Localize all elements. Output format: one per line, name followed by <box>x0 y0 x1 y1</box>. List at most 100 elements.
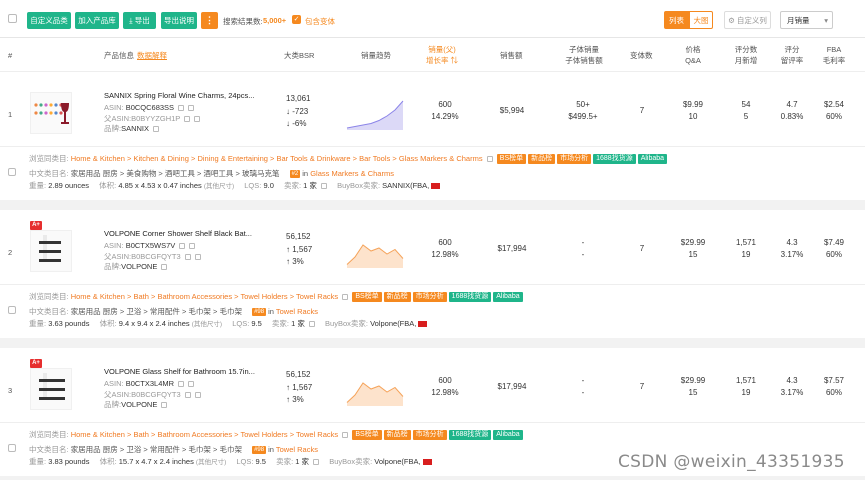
breadcrumb-link[interactable]: Towel Racks <box>296 292 338 301</box>
breadcrumb-link[interactable]: Towel Racks <box>296 430 338 439</box>
tool-tag-button[interactable]: 市场分析 <box>412 292 447 303</box>
tool-tag-button[interactable]: 1688找货源 <box>448 292 492 303</box>
product-thumbnail[interactable] <box>30 230 72 272</box>
seller-count[interactable]: 1 家 <box>303 181 317 190</box>
parent-asin-value[interactable]: B0BCGFQYT3 <box>131 390 181 399</box>
seller-count[interactable]: 1 家 <box>295 457 309 466</box>
variant-count[interactable]: 7 <box>632 382 652 391</box>
breadcrumb-link[interactable]: Dining & Entertaining <box>197 154 267 163</box>
external-link-icon[interactable] <box>308 321 315 328</box>
more-menu-button[interactable]: ⋮ <box>201 12 218 29</box>
breadcrumb-link[interactable]: Home & Kitchen <box>71 292 125 301</box>
copy-icon[interactable] <box>178 381 185 388</box>
product-title[interactable]: SANNIX Spring Floral Wine Charms, 24pcs.… <box>104 91 254 100</box>
select-all-checkbox[interactable] <box>8 14 17 23</box>
breadcrumb-link[interactable]: Glass Markers & Charms <box>399 154 483 163</box>
sales-trend-sparkline[interactable] <box>345 232 405 268</box>
tool-tag-button[interactable]: 1688找货源 <box>448 430 492 441</box>
tool-tag-button[interactable]: 新品榜 <box>383 292 411 303</box>
asin-value[interactable]: B0CQC683SS <box>126 103 174 112</box>
breadcrumb-link[interactable]: Towel Holders <box>241 292 288 301</box>
brand-value[interactable]: VOLPONE <box>121 262 157 271</box>
tool-tag-button[interactable]: BS榜单 <box>352 430 382 441</box>
include-variants-checkbox[interactable]: ✓ <box>292 15 301 24</box>
breadcrumb-link[interactable]: Home & Kitchen <box>71 430 125 439</box>
add-to-library-button[interactable]: 加入产品库 <box>75 12 119 29</box>
variant-count[interactable]: 7 <box>632 244 652 253</box>
export-button[interactable]: ⤓ 导出 <box>123 12 156 29</box>
external-link-icon[interactable] <box>194 392 201 399</box>
breadcrumb-link[interactable]: Bath <box>133 430 148 439</box>
tool-tag-button[interactable]: Alibaba <box>493 430 523 441</box>
product-title[interactable]: VOLPONE Corner Shower Shelf Black Bat... <box>104 229 252 238</box>
tool-tag-button[interactable]: Alibaba <box>493 292 523 303</box>
breadcrumb-link[interactable]: Bath <box>133 292 148 301</box>
external-link-icon[interactable] <box>321 183 328 190</box>
col-variants[interactable]: 变体数 <box>630 50 653 61</box>
product-thumbnail[interactable] <box>30 368 72 410</box>
data-explain-link[interactable]: 数据解释 <box>137 50 167 61</box>
external-link-icon[interactable] <box>194 116 201 123</box>
tool-tag-button[interactable]: 市场分析 <box>557 154 592 165</box>
custom-category-button[interactable]: 自定义品类 <box>27 12 71 29</box>
asin-value[interactable]: B0CTX5WS7V <box>126 241 176 250</box>
asin-value[interactable]: B0CTX3L4MR <box>126 379 174 388</box>
copy-icon[interactable] <box>184 116 191 123</box>
buybox-seller[interactable]: Volpone(FBA, <box>370 319 416 328</box>
row-checkbox[interactable] <box>8 306 16 314</box>
tool-tag-button[interactable]: 市场分析 <box>412 430 447 441</box>
parent-asin-value[interactable]: B0BCGFQYT3 <box>131 252 181 261</box>
tool-tag-button[interactable]: Alibaba <box>637 154 668 165</box>
tool-tag-button[interactable]: 新品榜 <box>383 430 411 441</box>
parent-asin-value[interactable]: B0BYYZGH1P <box>131 114 180 123</box>
tool-tag-button[interactable]: 1688找货源 <box>593 154 636 165</box>
brand-value[interactable]: SANNIX <box>121 124 149 133</box>
breadcrumb-link[interactable]: Towel Holders <box>241 430 288 439</box>
size-note-link[interactable]: (其他尺寸) <box>192 321 222 328</box>
tool-tag-button[interactable]: BS榜单 <box>496 154 527 165</box>
buybox-seller[interactable]: SANNIX(FBA, <box>382 181 429 190</box>
breadcrumb-link[interactable]: Bathroom Accessories <box>157 292 232 301</box>
rank-category-link[interactable]: Towel Racks <box>276 445 318 454</box>
col-price[interactable]: 价格 Q&A <box>682 44 704 66</box>
brand-value[interactable]: VOLPONE <box>121 400 157 409</box>
copy-icon[interactable] <box>184 392 191 399</box>
external-link-icon[interactable] <box>313 459 320 466</box>
seller-count[interactable]: 1 家 <box>291 319 305 328</box>
breadcrumb-link[interactable]: Bathroom Accessories <box>157 430 232 439</box>
external-link-icon[interactable] <box>188 105 195 112</box>
product-title[interactable]: VOLPONE Glass Shelf for Bathroom 15.7in.… <box>104 367 255 376</box>
breadcrumb-link[interactable]: Home & Kitchen <box>71 154 125 163</box>
table-row[interactable]: 1 SANNIX Spring Floral Wine Charms, 24pc… <box>0 72 865 200</box>
tool-tag-button[interactable]: 新品榜 <box>528 154 556 165</box>
variant-count[interactable]: 7 <box>632 106 652 115</box>
copy-icon[interactable] <box>184 254 191 261</box>
col-sales-amount[interactable]: 销售额 <box>500 50 523 61</box>
col-sales-qty[interactable]: 销量(父) 增长率 ⇅ <box>424 44 460 66</box>
row-checkbox[interactable] <box>8 444 16 452</box>
export-desc-button[interactable]: 导出说明 <box>161 12 197 29</box>
size-note-link[interactable]: (其他尺寸) <box>204 183 234 190</box>
external-link-icon[interactable] <box>189 243 196 250</box>
col-bsr[interactable]: 大类BSR <box>284 50 314 61</box>
list-view-tab[interactable]: 列表 <box>664 11 689 29</box>
row-checkbox[interactable] <box>8 168 16 176</box>
rank-category-link[interactable]: Towel Racks <box>276 307 318 316</box>
rank-category-link[interactable]: Glass Markers & Charms <box>310 169 394 178</box>
custom-columns-button[interactable]: ⚙ 自定义列 <box>724 11 771 29</box>
table-row[interactable]: 2 A+ VOLPONE Corner Shower Shelf Black B… <box>0 210 865 338</box>
breadcrumb-link[interactable]: Bar Tools <box>359 154 390 163</box>
external-link-icon[interactable] <box>342 294 349 301</box>
external-link-icon[interactable] <box>153 126 160 133</box>
col-reviews[interactable]: 评分数 月新增 <box>733 44 759 66</box>
buybox-seller[interactable]: Volpone(FBA, <box>374 457 420 466</box>
external-link-icon[interactable] <box>188 381 195 388</box>
grid-view-tab[interactable]: 大图 <box>689 11 713 29</box>
col-child-sales[interactable]: 子体销量 子体销售额 <box>563 44 605 66</box>
breadcrumb-link[interactable]: Bar Tools & Drinkware <box>277 154 351 163</box>
product-thumbnail[interactable] <box>30 92 72 134</box>
external-link-icon[interactable] <box>194 254 201 261</box>
external-link-icon[interactable] <box>161 264 168 271</box>
size-note-link[interactable]: (其他尺寸) <box>196 459 226 466</box>
external-link-icon[interactable] <box>161 402 168 409</box>
